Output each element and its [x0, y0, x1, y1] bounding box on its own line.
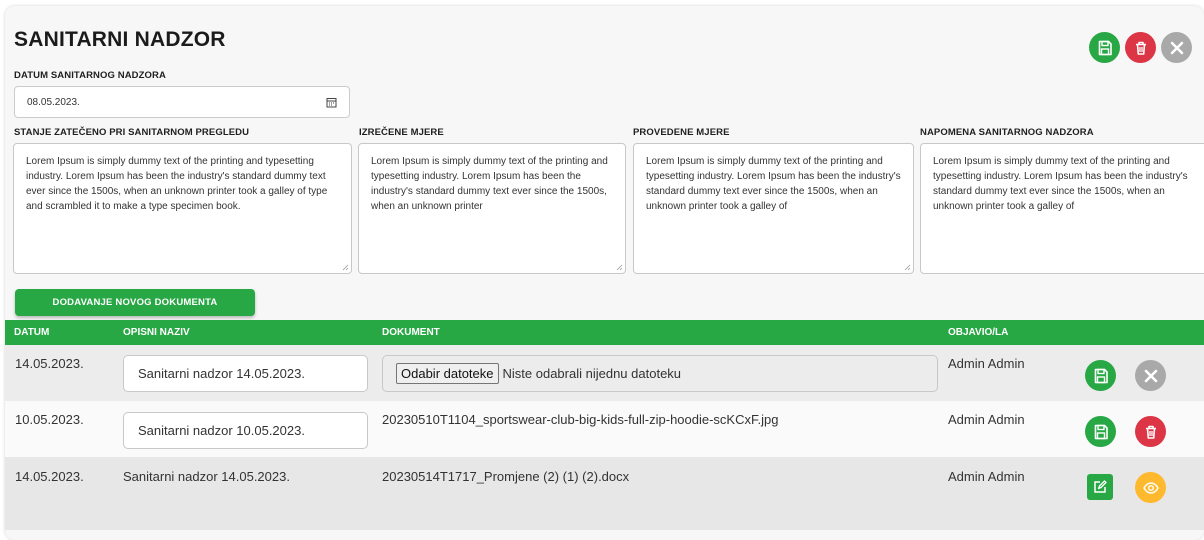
resize-grip-icon[interactable]: [342, 264, 349, 271]
row-date: 14.05.2023.: [15, 469, 84, 484]
field-label-inspection-note: NAPOMENA SANITARNOG NADZORA: [920, 127, 1094, 138]
condition-text: Lorem Ipsum is simply dummy text of the …: [26, 156, 328, 212]
page-title: SANITARNI NADZOR: [14, 28, 226, 51]
header-description: OPISNI NAZIV: [123, 327, 190, 338]
row-date: 10.05.2023.: [15, 412, 84, 427]
table-row: 10.05.2023. Sanitarni nadzor 10.05.2023.…: [5, 401, 1204, 457]
row-delete-button[interactable]: [1135, 416, 1166, 447]
eye-icon: [1142, 481, 1159, 494]
header-date: DATUM: [14, 327, 50, 338]
row-document[interactable]: 20230510T1104_sportswear-club-big-kids-f…: [382, 412, 778, 427]
delete-button[interactable]: [1125, 32, 1156, 63]
row-name: Sanitarni nadzor 14.05.2023.: [123, 469, 290, 484]
condition-textarea[interactable]: Lorem Ipsum is simply dummy text of the …: [13, 143, 352, 274]
implemented-measures-textarea[interactable]: Lorem Ipsum is simply dummy text of the …: [633, 143, 914, 274]
calendar-icon[interactable]: [326, 97, 337, 108]
sanitary-inspection-panel: SANITARNI NADZOR DATUM SANITARNOG NADZOR…: [5, 6, 1204, 540]
floppy-disk-icon: [1098, 40, 1112, 55]
row-author: Admin Admin: [948, 469, 1025, 484]
row-save-button[interactable]: [1085, 416, 1116, 447]
top-actions: [1089, 32, 1192, 63]
choose-file-button[interactable]: Odabir datoteke: [396, 363, 499, 384]
row-author: Admin Admin: [948, 412, 1025, 427]
inspection-note-textarea[interactable]: Lorem Ipsum is simply dummy text of the …: [920, 143, 1204, 274]
row-document[interactable]: 20230514T1717_Promjene (2) (1) (2).docx: [382, 469, 629, 484]
row-author: Admin Admin: [948, 356, 1025, 371]
implemented-measures-text: Lorem Ipsum is simply dummy text of the …: [646, 156, 901, 212]
close-button[interactable]: [1161, 32, 1192, 63]
row-name-input[interactable]: Sanitarni nadzor 14.05.2023.: [123, 355, 368, 392]
row-name-value: Sanitarni nadzor 10.05.2023.: [138, 423, 305, 438]
floppy-disk-icon: [1094, 424, 1108, 439]
row-save-button[interactable]: [1085, 360, 1116, 391]
header-document: DOKUMENT: [382, 327, 440, 338]
resize-grip-icon[interactable]: [904, 264, 911, 271]
x-icon: [1170, 41, 1183, 54]
table-row: 14.05.2023. Sanitarni nadzor 14.05.2023.…: [5, 345, 1204, 401]
row-view-button[interactable]: [1135, 472, 1166, 503]
row-name-input[interactable]: Sanitarni nadzor 10.05.2023.: [123, 412, 368, 449]
row-name-value: Sanitarni nadzor 14.05.2023.: [138, 366, 305, 381]
resize-grip-icon[interactable]: [616, 264, 623, 271]
imposed-measures-text: Lorem Ipsum is simply dummy text of the …: [371, 156, 608, 212]
date-input[interactable]: 08.05.2023.: [14, 86, 350, 118]
add-document-button[interactable]: DODAVANJE NOVOG DOKUMENTA: [15, 289, 255, 316]
edit-icon: [1094, 480, 1107, 493]
field-label-implemented-measures: PROVEDENE MJERE: [633, 127, 730, 138]
inspection-note-text: Lorem Ipsum is simply dummy text of the …: [933, 156, 1188, 212]
header-published-by: OBJAVIO/LA: [948, 327, 1009, 338]
x-icon: [1144, 369, 1157, 382]
save-button[interactable]: [1089, 32, 1120, 63]
row-cancel-button[interactable]: [1135, 360, 1166, 391]
file-status: Niste odabrali nijednu datoteku: [502, 366, 682, 381]
row-date: 14.05.2023.: [15, 356, 84, 371]
date-label: DATUM SANITARNOG NADZORA: [14, 70, 166, 81]
table-row: 14.05.2023. Sanitarni nadzor 14.05.2023.…: [5, 457, 1204, 530]
date-value: 08.05.2023.: [27, 96, 80, 108]
imposed-measures-textarea[interactable]: Lorem Ipsum is simply dummy text of the …: [358, 143, 626, 274]
file-upload-field: Odabir datoteke Niste odabrali nijednu d…: [382, 355, 938, 392]
row-edit-button[interactable]: [1087, 474, 1113, 500]
field-label-imposed-measures: IZREČENE MJERE: [359, 127, 444, 138]
field-label-condition: STANJE ZATEČENO PRI SANITARNOM PREGLEDU: [14, 127, 250, 138]
floppy-disk-icon: [1094, 368, 1108, 383]
trash-icon: [1145, 425, 1156, 439]
table-header: DATUM OPISNI NAZIV DOKUMENT OBJAVIO/LA: [5, 320, 1204, 345]
trash-icon: [1135, 41, 1146, 55]
